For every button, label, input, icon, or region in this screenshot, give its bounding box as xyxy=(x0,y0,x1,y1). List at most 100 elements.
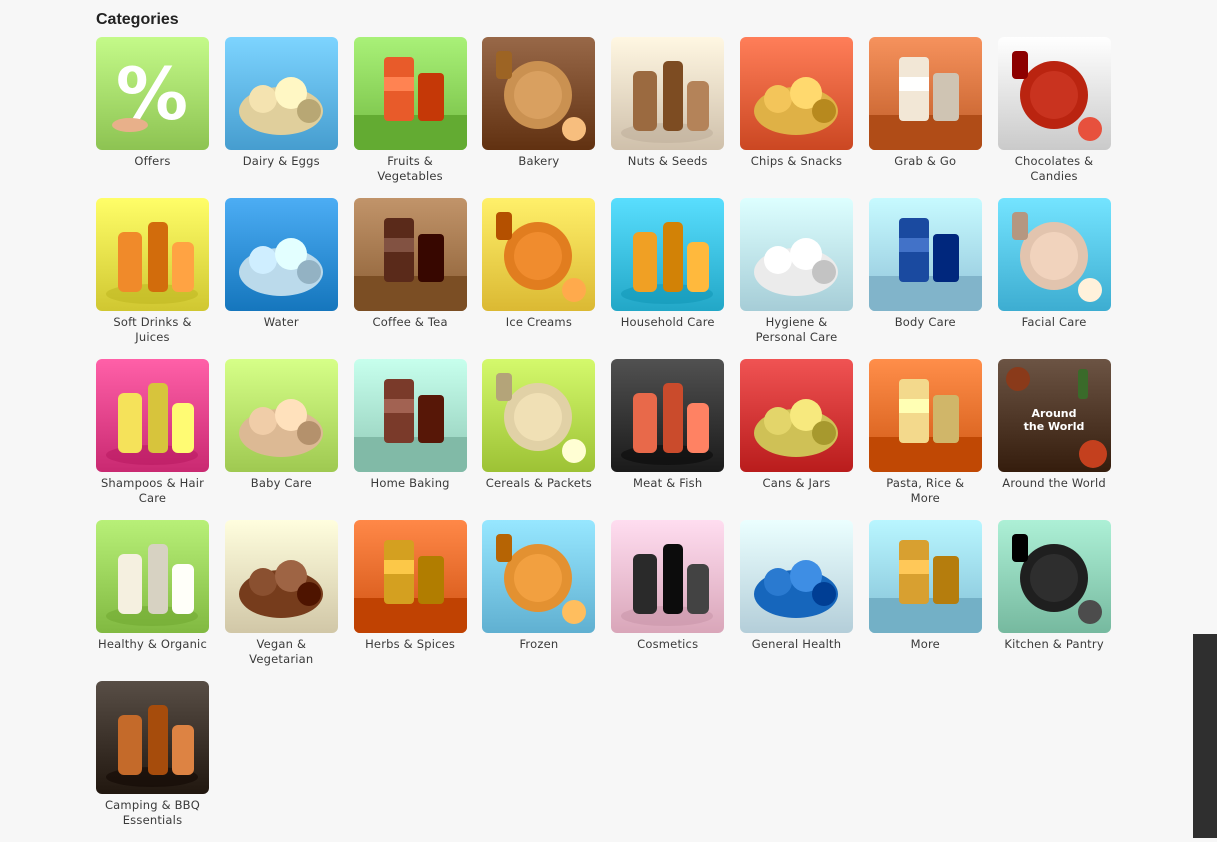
category-grid: % Offers Dairy & Eggs Fruits & Vegetables Ba… xyxy=(96,37,1111,842)
category-tile[interactable]: Vegan & Vegetarian xyxy=(224,520,338,681)
category-tile[interactable]: Shampoos & Hair Care xyxy=(96,359,209,520)
category-tile[interactable]: Cosmetics xyxy=(611,520,725,681)
side-panel-edge[interactable] xyxy=(1193,634,1217,838)
category-image[interactable] xyxy=(224,359,338,472)
category-image[interactable] xyxy=(96,681,209,794)
category-label: Water xyxy=(263,315,299,329)
category-label: More xyxy=(910,637,940,651)
category-tile[interactable]: Frozen xyxy=(482,520,596,681)
pasta-icon xyxy=(868,359,982,472)
category-image[interactable] xyxy=(868,520,982,633)
category-label: Ice Creams xyxy=(505,315,573,329)
category-image[interactable] xyxy=(96,520,209,633)
category-tile[interactable]: Home Baking xyxy=(353,359,467,520)
category-tile[interactable]: Baby Care xyxy=(224,359,338,520)
category-label: Home Baking xyxy=(370,476,450,490)
category-image[interactable] xyxy=(868,198,982,311)
category-tile[interactable]: Coffee & Tea xyxy=(353,198,467,359)
category-tile[interactable]: Kitchen & Pantry xyxy=(997,520,1111,681)
category-tile[interactable]: Bakery xyxy=(482,37,596,198)
category-tile[interactable]: Hygiene & Personal Care xyxy=(739,198,853,359)
category-label: Chocolates & Candies xyxy=(1014,154,1094,183)
cleaning-bottles-icon xyxy=(611,198,725,311)
category-image[interactable] xyxy=(482,198,596,311)
category-label: Cosmetics xyxy=(637,637,699,651)
gift-bag-icon xyxy=(868,520,982,633)
category-image[interactable] xyxy=(96,359,209,472)
category-tile[interactable]: Pasta, Rice & More xyxy=(868,359,982,520)
category-image[interactable] xyxy=(224,520,338,633)
category-tile[interactable]: Fruits & Vegetables xyxy=(353,37,467,198)
milk-cheese-icon xyxy=(224,37,338,150)
category-label: Herbs & Spices xyxy=(365,637,456,651)
category-image[interactable] xyxy=(997,37,1111,150)
category-image[interactable] xyxy=(353,37,467,150)
category-image[interactable] xyxy=(482,520,596,633)
category-label: Cereals & Packets xyxy=(485,476,592,490)
category-tile[interactable]: Soft Drinks & Juices xyxy=(96,198,209,359)
baby-icon xyxy=(224,359,338,472)
category-image[interactable] xyxy=(868,359,982,472)
category-image[interactable] xyxy=(739,37,853,150)
category-tile[interactable]: Herbs & Spices xyxy=(353,520,467,681)
category-image[interactable] xyxy=(353,520,467,633)
category-image[interactable] xyxy=(611,359,725,472)
category-tile[interactable]: Cereals & Packets xyxy=(482,359,596,520)
category-image[interactable] xyxy=(482,359,596,472)
category-label: Cans & Jars xyxy=(762,476,831,490)
category-tile[interactable]: Dairy & Eggs xyxy=(224,37,338,198)
category-tile[interactable]: Chocolates & Candies xyxy=(997,37,1111,198)
shampoo-bottles-icon xyxy=(96,359,209,472)
world-foods-icon: Aroundthe World xyxy=(997,359,1111,472)
category-image[interactable] xyxy=(353,198,467,311)
category-tile[interactable]: Facial Care xyxy=(997,198,1111,359)
category-tile[interactable]: Cans & Jars xyxy=(739,359,853,520)
category-image[interactable] xyxy=(739,520,853,633)
candy-pack-icon xyxy=(997,37,1111,150)
category-image[interactable] xyxy=(611,520,725,633)
category-label: Around the World xyxy=(1002,476,1106,490)
category-image[interactable]: % xyxy=(96,37,209,150)
category-label: Body Care xyxy=(894,315,956,329)
category-tile[interactable]: Chips & Snacks xyxy=(739,37,853,198)
category-tile[interactable]: Water xyxy=(224,198,338,359)
category-image[interactable] xyxy=(868,37,982,150)
category-label: Pasta, Rice & More xyxy=(886,476,965,505)
category-tile[interactable]: Body Care xyxy=(868,198,982,359)
category-image[interactable] xyxy=(997,198,1111,311)
category-tile[interactable]: Around the World Around the World xyxy=(997,359,1111,520)
category-image[interactable] xyxy=(353,359,467,472)
lotion-bottle-icon xyxy=(868,198,982,311)
bread-icon xyxy=(482,37,596,150)
category-tile[interactable]: Nuts & Seeds xyxy=(611,37,725,198)
toothpaste-icon xyxy=(739,198,853,311)
category-image[interactable] xyxy=(482,37,596,150)
category-tile[interactable]: Camping & BBQ Essentials xyxy=(96,681,209,842)
category-image[interactable] xyxy=(739,198,853,311)
category-label: Shampoos & Hair Care xyxy=(100,476,205,505)
cookware-icon xyxy=(997,520,1111,633)
frozen-veg-icon xyxy=(482,520,596,633)
makeup-icon xyxy=(611,520,725,633)
category-image[interactable] xyxy=(739,359,853,472)
category-tile[interactable]: Healthy & Organic xyxy=(96,520,209,681)
category-image[interactable] xyxy=(997,520,1111,633)
category-image[interactable]: Around the World xyxy=(997,359,1111,472)
category-tile[interactable]: More xyxy=(868,520,982,681)
category-tile[interactable]: General Health xyxy=(739,520,853,681)
category-tile[interactable]: % Offers xyxy=(96,37,209,198)
category-image[interactable] xyxy=(611,37,725,150)
category-label: Chips & Snacks xyxy=(750,154,843,168)
medicine-icon xyxy=(739,520,853,633)
category-image[interactable] xyxy=(611,198,725,311)
category-label: Frozen xyxy=(519,637,559,651)
category-tile[interactable]: Household Care xyxy=(611,198,725,359)
svg-text:Around: Around xyxy=(1031,407,1076,420)
category-image[interactable] xyxy=(224,198,338,311)
category-image[interactable] xyxy=(224,37,338,150)
category-tile[interactable]: Meat & Fish xyxy=(611,359,725,520)
category-tile[interactable]: Ice Creams xyxy=(482,198,596,359)
category-tile[interactable]: Grab & Go xyxy=(868,37,982,198)
nuts-bowl-icon xyxy=(611,37,725,150)
category-image[interactable] xyxy=(96,198,209,311)
